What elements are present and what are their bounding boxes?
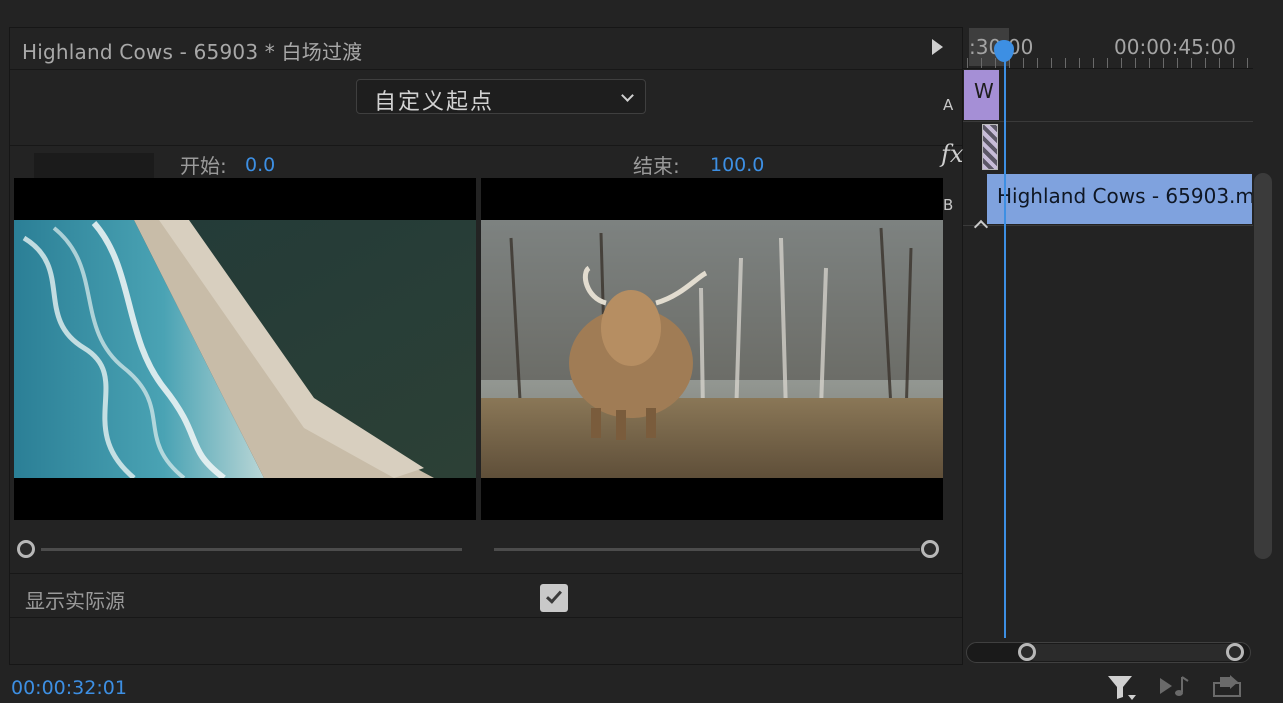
alignment-dropdown[interactable]: 自定义起点 — [356, 79, 646, 115]
show-actual-sources-checkbox[interactable] — [540, 584, 568, 612]
chevron-down-icon — [621, 89, 634, 102]
current-timecode[interactable]: 00:00:32:01 — [11, 677, 127, 699]
end-value[interactable]: 100.0 — [710, 154, 764, 176]
divider — [10, 617, 962, 618]
panel-title: Highland Cows - 65903 * 白场过渡 — [22, 40, 363, 64]
zoom-handle-right[interactable] — [1226, 643, 1244, 661]
preview-b — [481, 178, 943, 520]
beach-aerial-image — [14, 178, 476, 520]
end-label: 结束: — [633, 154, 680, 178]
clip-a[interactable]: W — [964, 70, 999, 120]
divider — [10, 69, 962, 70]
playhead-line[interactable] — [1004, 52, 1006, 638]
end-slider-handle[interactable] — [921, 540, 939, 558]
play-icon[interactable] — [932, 39, 943, 55]
track-divider — [963, 121, 1253, 122]
horizontal-scrollbar[interactable] — [966, 642, 1251, 663]
ruler-label-2: 00:00:45:00 — [1114, 35, 1237, 59]
start-slider-handle[interactable] — [17, 540, 35, 558]
start-value[interactable]: 0.0 — [245, 154, 275, 176]
track-divider — [963, 225, 1253, 226]
track-b-label: B — [943, 196, 954, 214]
show-actual-sources-label: 显示实际源 — [25, 589, 125, 613]
vertical-scrollbar[interactable] — [1254, 173, 1272, 559]
transition-clip[interactable] — [982, 124, 998, 170]
transition-controls-panel: Highland Cows - 65903 * 白场过渡 自定义起点 开始: 0… — [9, 27, 963, 665]
play-audio-icon[interactable] — [1158, 673, 1190, 699]
divider — [963, 68, 1253, 69]
fx-icon[interactable]: fx — [941, 140, 963, 168]
highland-cow-image — [481, 178, 943, 520]
divider — [10, 145, 962, 146]
chevron-up-icon[interactable] — [973, 219, 989, 235]
preview-a — [14, 178, 476, 520]
filter-icon[interactable] — [1106, 673, 1136, 701]
effect-controls-window: Highland Cows - 65903 * 白场过渡 自定义起点 开始: 0… — [0, 0, 1283, 703]
checkmark-icon — [546, 587, 562, 604]
clip-a-label: W — [974, 79, 994, 103]
clip-b[interactable]: Highland Cows - 65903.mp4 — [987, 174, 1252, 224]
export-frame-icon[interactable] — [1212, 673, 1244, 699]
clip-b-label: Highland Cows - 65903.mp4 — [997, 184, 1252, 208]
start-slider-track[interactable] — [41, 548, 462, 551]
end-slider-track[interactable] — [494, 548, 920, 551]
alignment-dropdown-value: 自定义起点 — [374, 90, 495, 115]
start-label: 开始: — [180, 154, 227, 178]
anchor-area — [34, 153, 154, 179]
track-a-label: A — [943, 96, 954, 114]
zoom-handle-left[interactable] — [1018, 643, 1036, 661]
scrollbar-thumb[interactable] — [1027, 644, 1239, 661]
divider — [10, 573, 962, 574]
